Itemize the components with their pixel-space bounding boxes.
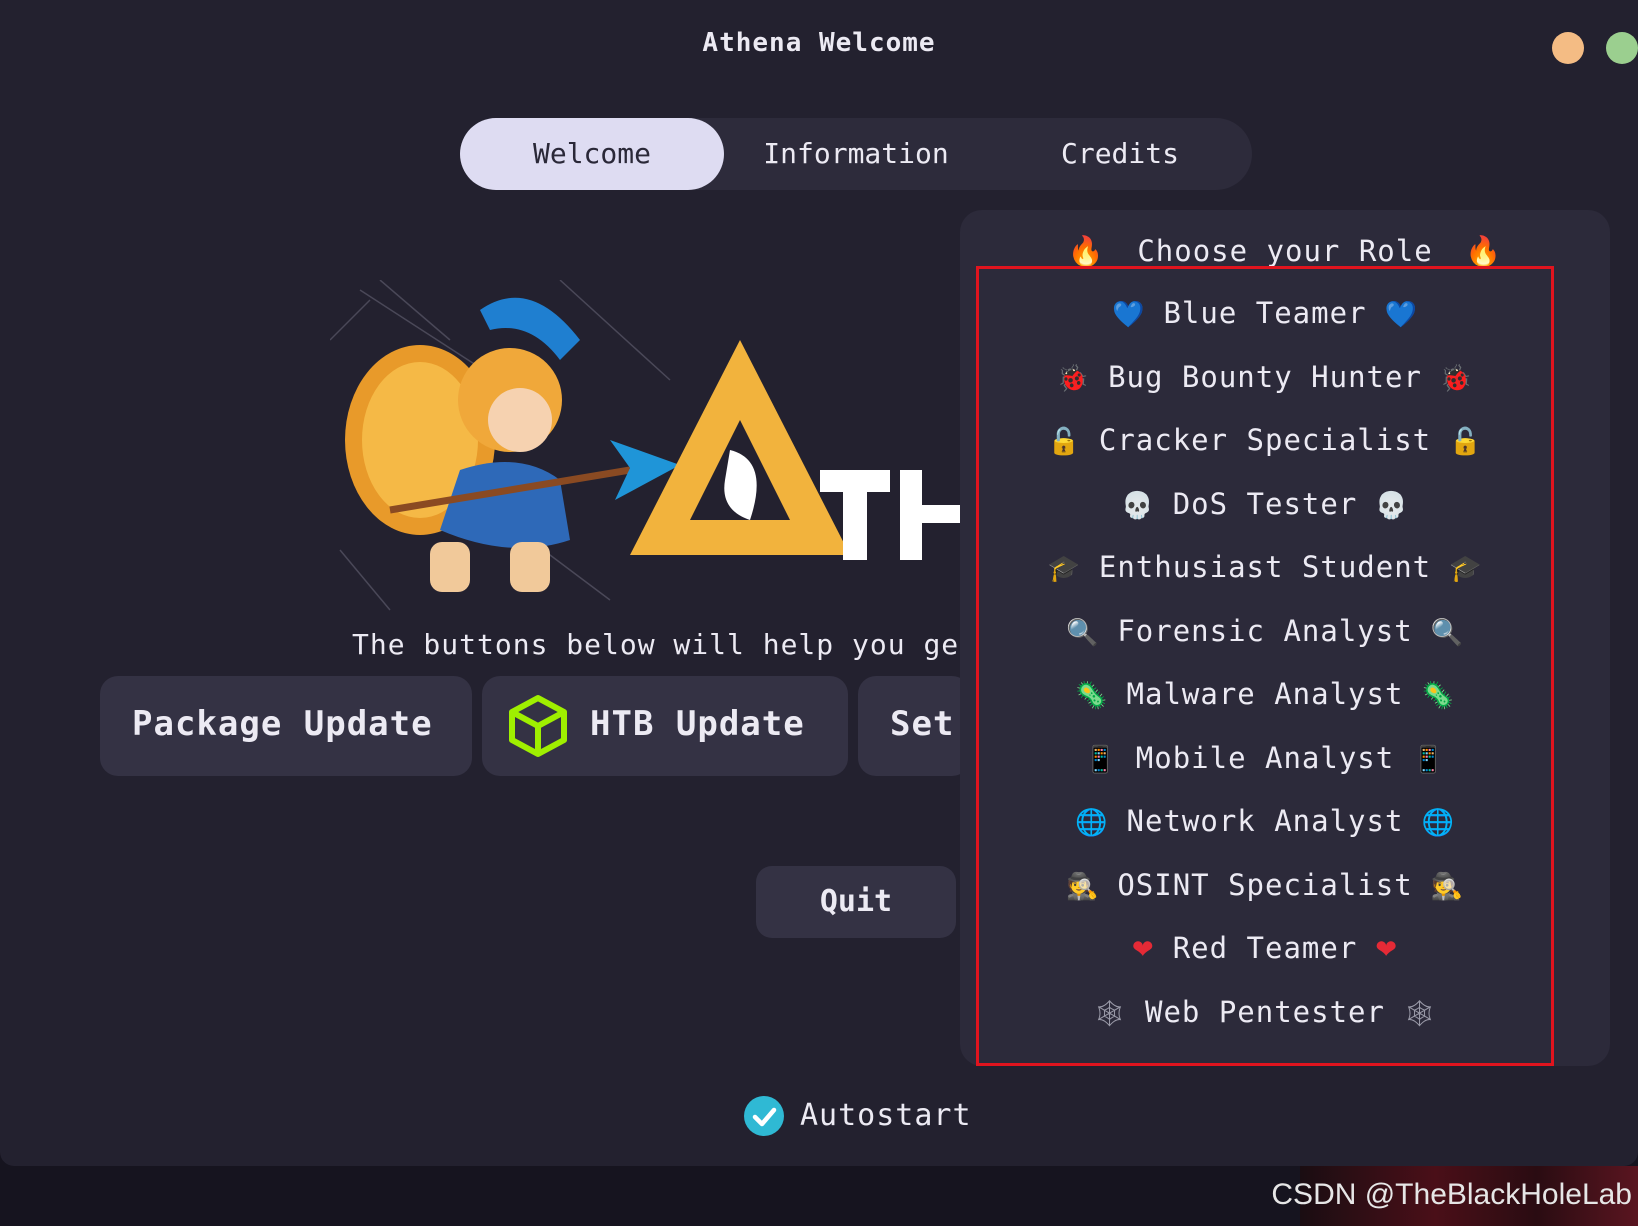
role-option[interactable]: 🦠 Malware Analyst 🦠	[979, 666, 1551, 722]
athena-welcome-window: Athena Welcome Welcome Information Credi…	[0, 0, 1638, 1166]
role-option-label: Web Pentester	[1145, 994, 1385, 1029]
blue-heart-icon: 💙	[1384, 300, 1418, 330]
detective-icon: 🕵	[1065, 871, 1100, 902]
cracker-icon: 🔓	[1449, 427, 1483, 457]
role-option-label: Mobile Analyst	[1135, 740, 1395, 775]
package-update-button[interactable]: Package Update	[100, 676, 472, 776]
cracker-icon: 🔓	[1047, 427, 1081, 457]
role-dropdown-title: 🔥 Choose your Role 🔥	[960, 234, 1610, 269]
magnifier-icon: 🔍	[1065, 617, 1100, 648]
microbe-icon: 🦠	[1075, 681, 1109, 711]
role-option-label: Malware Analyst	[1126, 677, 1404, 711]
role-dropdown-panel: 🔥 Choose your Role 🔥 💙 Blue Teamer 💙 🐞 Bug B…	[960, 210, 1610, 1066]
graduation-cap-icon: 🎓	[1449, 554, 1483, 584]
role-option[interactable]: 🕵 OSINT Specialist 🕵	[979, 857, 1551, 913]
tab-bar: Welcome Information Credits	[460, 118, 1252, 190]
tab-welcome[interactable]: Welcome	[460, 118, 724, 190]
blue-heart-icon: 💙	[1112, 300, 1146, 330]
role-option-label: Cracker Specialist	[1098, 423, 1432, 457]
minimize-button[interactable]	[1552, 32, 1584, 64]
role-option[interactable]: 🕸 Web Pentester 🕸	[979, 984, 1551, 1040]
role-option-label: Network Analyst	[1126, 804, 1404, 838]
tab-credits[interactable]: Credits	[988, 118, 1252, 190]
role-option[interactable]: 💀 DoS Tester 💀	[979, 476, 1551, 532]
red-heart-icon: ❤	[1375, 935, 1399, 965]
fire-icon: 🔥	[1067, 234, 1105, 268]
setup-button[interactable]: Set	[858, 676, 970, 776]
autostart-label: Autostart	[800, 1098, 972, 1133]
globe-icon: 🌐	[1075, 808, 1109, 838]
athena-mascot-logo-icon	[330, 280, 970, 611]
skull-icon: 💀	[1121, 490, 1155, 521]
role-options-list: 💙 Blue Teamer 💙 🐞 Bug Bounty Hunter 🐞 🔓 Cracker…	[976, 266, 1554, 1066]
role-option-label: Enthusiast Student	[1098, 550, 1432, 584]
checkbox-checked-icon[interactable]	[744, 1096, 784, 1136]
htb-cube-icon	[506, 694, 570, 767]
role-option-label: DoS Tester	[1172, 486, 1358, 521]
role-option[interactable]: 🔍 Forensic Analyst 🔍	[979, 603, 1551, 659]
role-option[interactable]: 🐞 Bug Bounty Hunter 🐞	[979, 349, 1551, 405]
maximize-button[interactable]	[1606, 32, 1638, 64]
role-option[interactable]: ❤ Red Teamer ❤	[979, 920, 1551, 976]
quit-button[interactable]: Quit	[756, 866, 956, 938]
role-option[interactable]: 🌐 Network Analyst 🌐	[979, 793, 1551, 849]
subtitle-text: The buttons below will help you ge	[352, 628, 960, 661]
globe-icon: 🌐	[1421, 808, 1455, 838]
role-option-label: Red Teamer	[1172, 931, 1358, 965]
htb-update-button[interactable]: HTB Update	[482, 676, 848, 776]
ladybug-icon: 🐞	[1439, 363, 1474, 394]
microbe-icon: 🦠	[1421, 681, 1455, 711]
package-update-label: Package Update	[132, 704, 433, 744]
spider-web-icon: 🕸	[1402, 998, 1437, 1029]
graduation-cap-icon: 🎓	[1047, 554, 1081, 584]
csdn-watermark: CSDN @TheBlackHoleLab	[1271, 1178, 1632, 1211]
skull-icon: 💀	[1375, 490, 1409, 521]
role-option-label: Bug Bounty Hunter	[1108, 359, 1422, 394]
ladybug-icon: 🐞	[1056, 363, 1091, 394]
role-option-label: Forensic Analyst	[1117, 613, 1413, 648]
role-option-label: OSINT Specialist	[1117, 867, 1413, 902]
role-option-label: Blue Teamer	[1163, 296, 1367, 330]
athena-logo	[330, 280, 970, 620]
tab-information[interactable]: Information	[724, 118, 988, 190]
magnifier-icon: 🔍	[1430, 617, 1465, 648]
role-option[interactable]: 🎓 Enthusiast Student 🎓	[979, 539, 1551, 595]
role-option[interactable]: 💙 Blue Teamer 💙	[979, 285, 1551, 341]
role-option[interactable]: 🔓 Cracker Specialist 🔓	[979, 412, 1551, 468]
role-option[interactable]: 📱 Mobile Analyst 📱	[979, 730, 1551, 786]
mobile-phone-icon: 📱	[1412, 744, 1446, 775]
window-title: Athena Welcome	[702, 28, 936, 58]
detective-icon: 🕵	[1430, 871, 1465, 902]
role-title-label: Choose your Role	[1137, 234, 1433, 268]
mobile-phone-icon: 📱	[1084, 744, 1118, 775]
red-heart-icon: ❤	[1131, 935, 1155, 965]
setup-label: Set	[890, 704, 955, 744]
fire-icon: 🔥	[1465, 234, 1503, 268]
spider-web-icon: 🕸	[1092, 998, 1127, 1029]
htb-update-label: HTB Update	[590, 704, 805, 744]
